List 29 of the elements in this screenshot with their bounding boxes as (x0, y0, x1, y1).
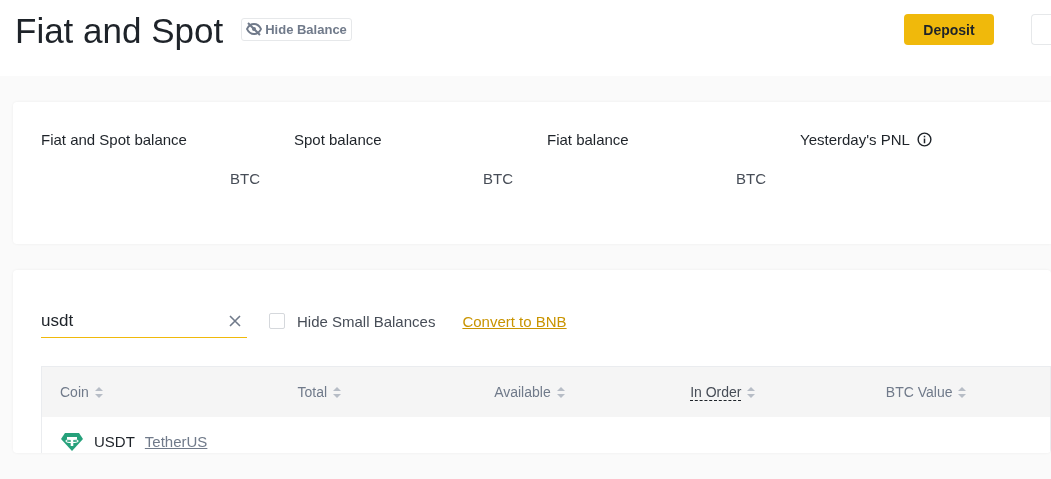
checkbox-label[interactable]: Hide Small Balances (297, 312, 436, 330)
column-header[interactable]: Total (297, 384, 328, 400)
deposit-button[interactable]: Deposit (904, 14, 994, 45)
info-icon[interactable] (916, 131, 932, 147)
column-header[interactable]: Coin (60, 384, 89, 400)
balance-label: Fiat balance (547, 130, 629, 148)
column-header[interactable]: BTC Value (885, 384, 953, 400)
column-header[interactable]: In Order (690, 383, 742, 401)
page-title: Fiat and Spot (15, 11, 224, 52)
sort-icon[interactable] (556, 386, 565, 398)
sort-icon[interactable] (94, 386, 103, 398)
balance-label: Fiat and Spot balance (41, 130, 187, 148)
clear-icon[interactable] (229, 315, 241, 327)
eye-slash-icon (246, 22, 263, 36)
currency-unit: BTC (482, 170, 514, 187)
hide-balance-button[interactable]: Hide Balance (241, 17, 352, 41)
coin-symbol: USDT (94, 433, 135, 450)
coin-name-link[interactable]: TetherUS (144, 433, 208, 450)
currency-unit: BTC (735, 170, 767, 187)
checkbox[interactable] (269, 313, 285, 329)
balance-label: Spot balance (294, 130, 382, 148)
column-header[interactable]: Available (494, 384, 551, 400)
currency-unit: BTC (229, 170, 261, 187)
balance-label: Yesterday's PNL (800, 130, 910, 148)
header-button[interactable] (1031, 14, 1051, 45)
sort-icon[interactable] (958, 386, 967, 398)
sort-icon[interactable] (747, 386, 756, 398)
sort-icon[interactable] (333, 386, 342, 398)
convert-link[interactable]: Convert to BNB (462, 312, 567, 330)
